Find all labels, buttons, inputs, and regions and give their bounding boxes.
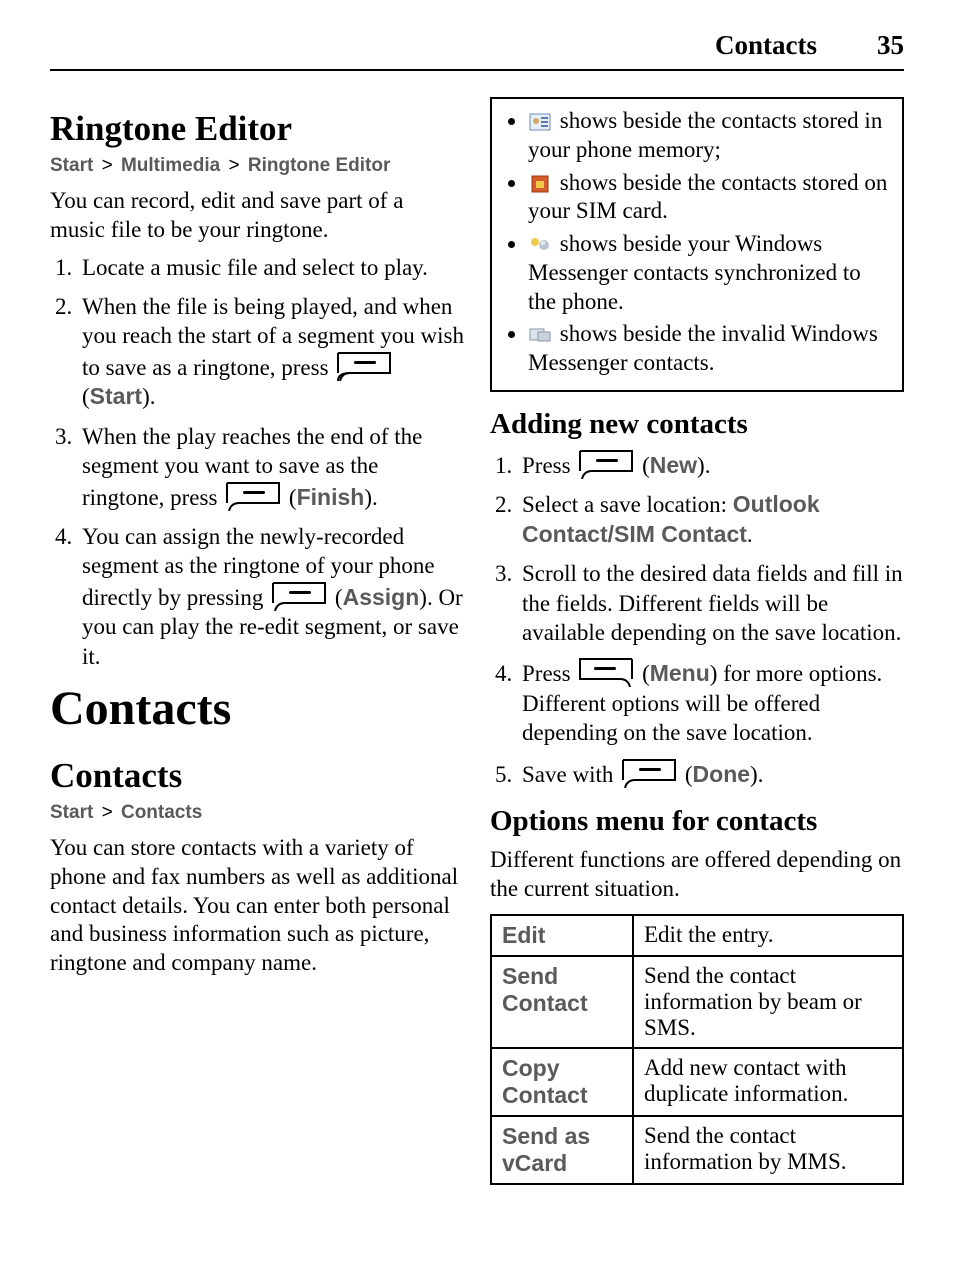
table-row: Edit Edit the entry. [491,915,903,956]
legend-item: shows beside the contacts stored in your… [528,107,892,165]
right-column: shows beside the contacts stored in your… [490,89,904,1185]
breadcrumb-separator: > [225,155,242,176]
option-desc: Edit the entry. [633,915,903,956]
softkey-label: Assign [343,584,420,610]
step: When the file is being played, and when … [78,292,464,412]
step: Save with (Done). [518,758,904,789]
invalid-messenger-icon [529,323,551,341]
breadcrumb-ringtone: Start > Multimedia > Ringtone Editor [50,155,464,177]
step-text: When the file is being played, and when … [82,294,464,380]
step-text: . [150,384,156,409]
header-page-number: 35 [877,30,904,61]
step-text: Press [522,453,576,478]
breadcrumb-item: Multimedia [121,155,220,176]
phone-contact-icon [529,110,551,128]
option-name: Send as vCard [491,1116,633,1184]
step: Press (Menu) for more options. Different… [518,657,904,747]
right-softkey-icon [578,657,634,687]
breadcrumb-item: Contacts [121,802,202,823]
softkey-label: Menu [650,660,710,686]
sim-contact-icon [529,172,551,190]
legend-text: shows beside your Windows Messenger cont… [528,231,861,314]
option-desc: Send the contact information by MMS. [633,1116,903,1184]
option-desc: Add new contact with duplicate informati… [633,1048,903,1116]
legend-text: shows beside the invalid Windows Messeng… [528,321,878,375]
intro-ringtone: You can record, edit and save part of a … [50,187,464,245]
breadcrumb-item: Start [50,802,93,823]
table-row: Copy Contact Add new contact with duplic… [491,1048,903,1116]
heading-ringtone-editor: Ringtone Editor [50,109,464,149]
softkey-label: New [650,452,697,478]
legend-text: shows beside the contacts stored on your… [528,170,887,224]
breadcrumb-separator: > [99,802,116,823]
breadcrumb-separator: > [99,155,116,176]
running-header: Contacts 35 [50,30,904,71]
heading-contacts-section: Contacts [50,756,464,796]
step-text: Select a save location: [522,492,733,517]
header-section: Contacts [715,30,817,61]
step-text: . [372,485,378,510]
breadcrumb-item: Ringtone Editor [248,155,390,176]
option-name: Send Contact [491,956,633,1048]
left-softkey-icon [271,581,327,611]
left-softkey-icon [336,351,392,381]
step-text: Save with [522,762,619,787]
left-column: Ringtone Editor Start > Multimedia > Rin… [50,89,464,1185]
heading-contacts-chapter: Contacts [50,681,464,736]
step: Press (New). [518,449,904,480]
contact-icon-legend-box: shows beside the contacts stored in your… [490,97,904,392]
step-text: Scroll to the desired data fields and fi… [522,561,903,645]
step-text: . [747,522,753,547]
messenger-contact-icon [529,233,551,251]
step: When the play reaches the end of the seg… [78,422,464,512]
intro-options-menu: Different functions are offered dependin… [490,846,904,904]
legend-item: shows beside your Windows Messenger cont… [528,230,892,316]
heading-adding-contacts: Adding new contacts [490,408,904,441]
intro-contacts: You can store contacts with a variety of… [50,834,464,978]
legend-item: shows beside the contacts stored on your… [528,169,892,227]
breadcrumb-item: Start [50,155,93,176]
options-table: Edit Edit the entry. Send Contact Send t… [490,914,904,1185]
softkey-label: Finish [297,484,365,510]
step-text: Locate a music file and select to play. [82,255,428,280]
step: You can assign the newly-recorded segmen… [78,522,464,671]
option-name: Copy Contact [491,1048,633,1116]
step-text: . [758,762,764,787]
legend-item: shows beside the invalid Windows Messeng… [528,320,892,378]
option-desc: Send the contact information by beam or … [633,956,903,1048]
softkey-label: Start [90,383,142,409]
step: Locate a music file and select to play. [78,253,464,282]
two-column-layout: Ringtone Editor Start > Multimedia > Rin… [50,89,904,1185]
table-row: Send as vCard Send the contact informati… [491,1116,903,1184]
step: Scroll to the desired data fields and fi… [518,559,904,647]
step: Select a save location: Outlook Contact/… [518,490,904,549]
breadcrumb-contacts: Start > Contacts [50,802,464,824]
page: Contacts 35 Ringtone Editor Start > Mult… [0,0,954,1271]
steps-adding-contacts: Press (New). Select a save location: Out… [490,449,904,789]
softkey-label: Done [693,761,751,787]
step-text: Press [522,661,576,686]
contact-icon-legend: shows beside the contacts stored in your… [502,107,892,378]
step-text: . [705,453,711,478]
left-softkey-icon [578,449,634,479]
legend-text: shows beside the contacts stored in your… [528,108,882,162]
left-softkey-icon [621,758,677,788]
steps-ringtone: Locate a music file and select to play. … [50,253,464,672]
option-name: Edit [491,915,633,956]
table-row: Send Contact Send the contact informatio… [491,956,903,1048]
left-softkey-icon [225,481,281,511]
heading-options-menu: Options menu for contacts [490,805,904,838]
